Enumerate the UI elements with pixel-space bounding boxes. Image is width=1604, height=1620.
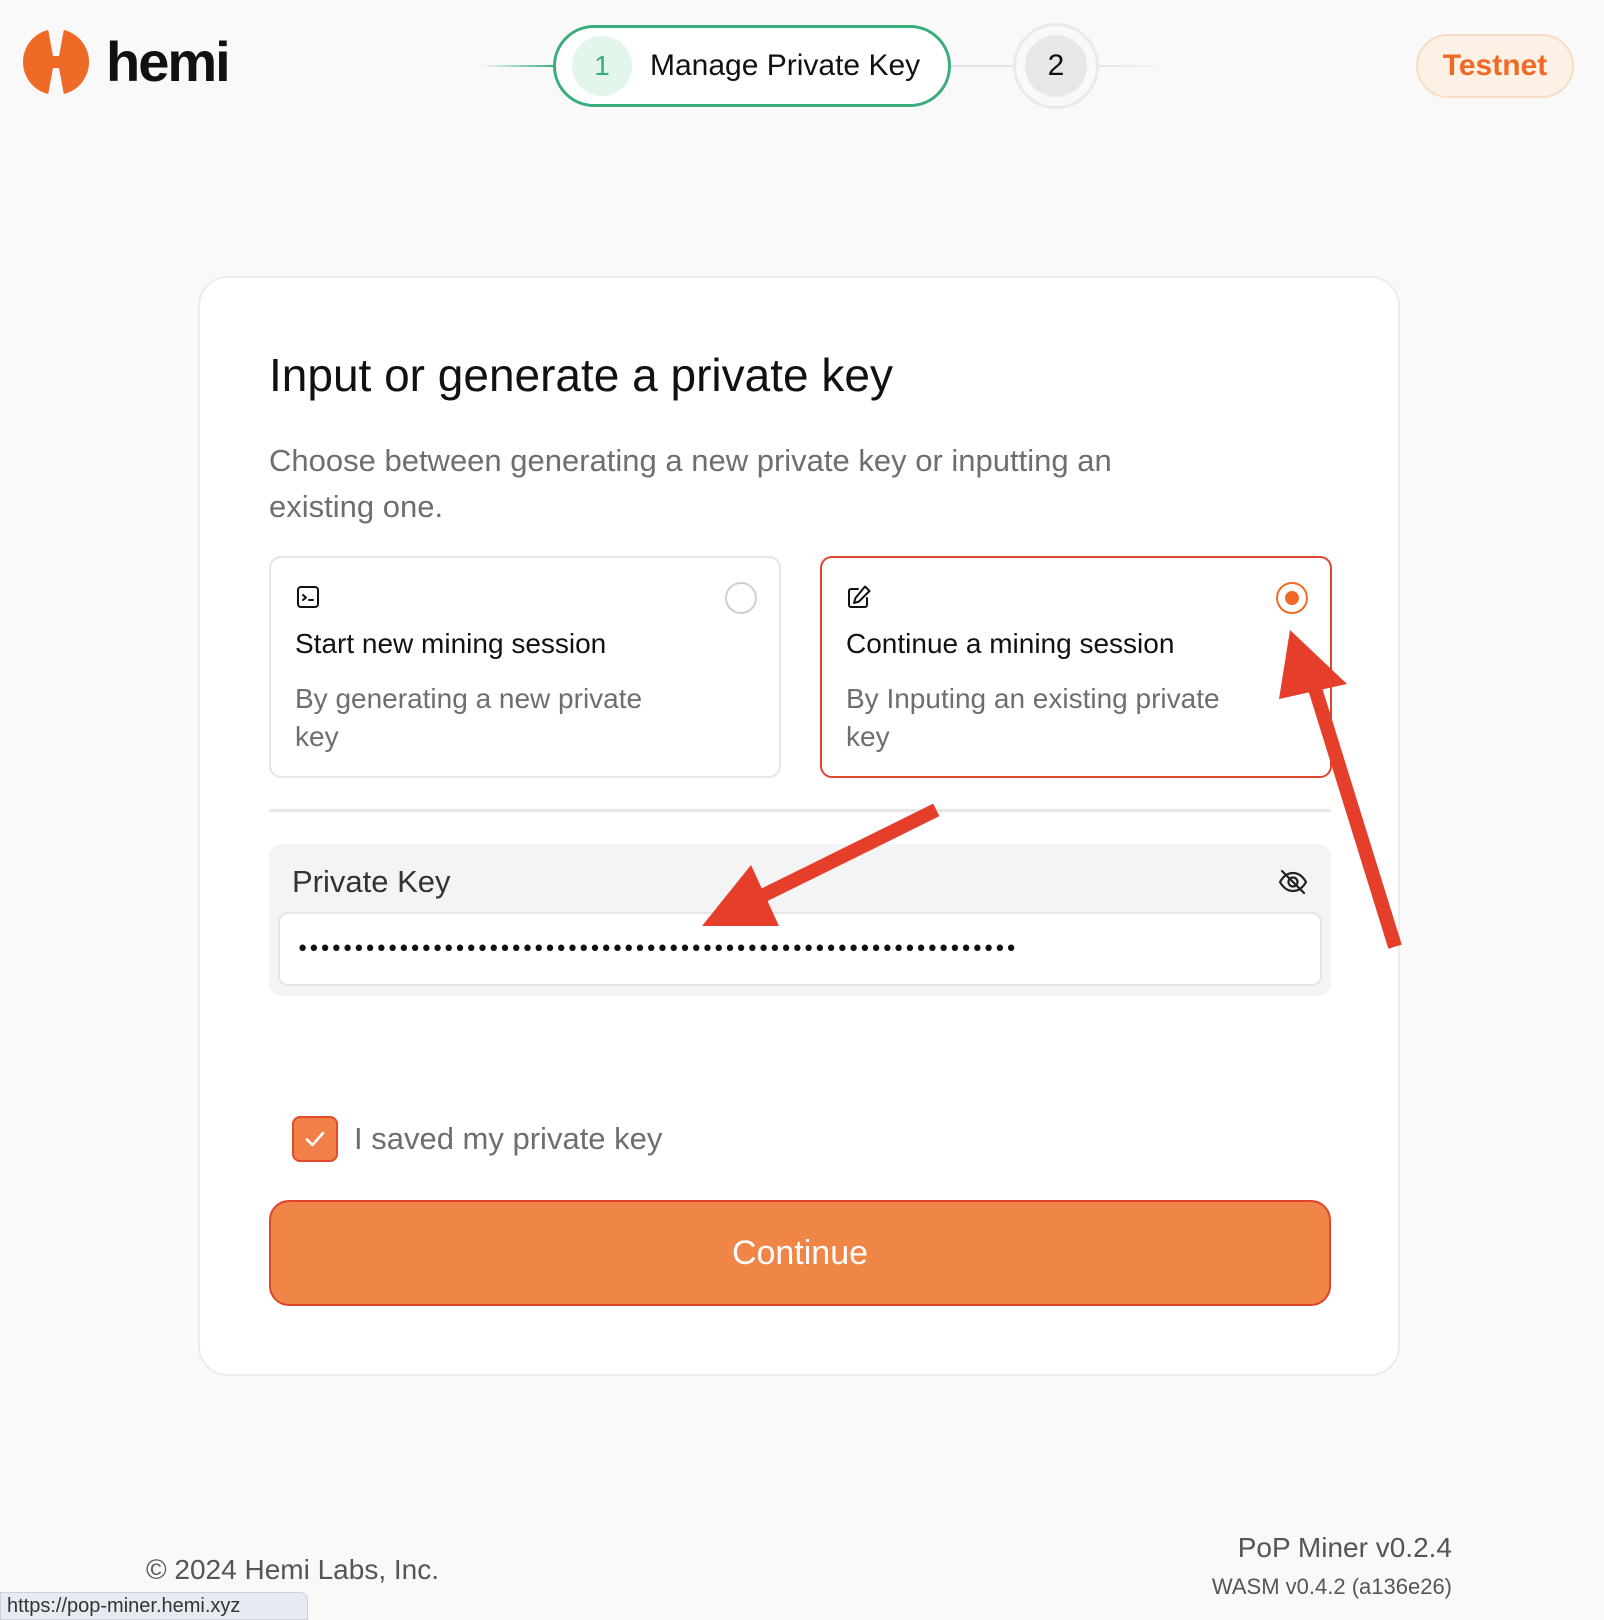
radio-button[interactable]: [725, 582, 757, 614]
terminal-icon: [297, 586, 319, 608]
stepper-line: [950, 65, 1015, 67]
copyright: © 2024 Hemi Labs, Inc.: [146, 1554, 440, 1585]
version-info: PoP Miner v0.2.4 WASM v0.4.2 (a136e26): [1212, 1532, 1452, 1600]
hemi-logo-icon: [23, 29, 89, 95]
option-description: By Inputing an existing private key: [846, 683, 1220, 752]
private-key-label: Private Key: [292, 864, 451, 899]
option-title: Continue a mining session: [846, 628, 1175, 659]
status-bar-url: https://pop-miner.hemi.xyz: [0, 1592, 308, 1620]
divider: [269, 809, 1331, 812]
edit-icon: [848, 585, 871, 608]
network-badge[interactable]: Testnet: [1416, 34, 1574, 98]
page: hemi 1 Manage Private Key 2 Testnet Inpu…: [0, 0, 1604, 1620]
step-number: 2: [1025, 35, 1087, 97]
option-start-new-session[interactable]: Start new mining session By generating a…: [269, 556, 781, 778]
private-key-card: Input or generate a private key Choose b…: [198, 276, 1400, 1376]
private-key-field: Private Key: [269, 844, 1331, 996]
step-2[interactable]: 2: [1013, 23, 1099, 109]
hemi-logo[interactable]: hemi: [22, 28, 231, 96]
saved-key-label: I saved my private key: [354, 1121, 663, 1156]
app-version: PoP Miner v0.2.4: [1237, 1532, 1452, 1563]
check-icon: [305, 1131, 325, 1147]
step-number: 1: [572, 36, 632, 96]
stepper-line: [480, 65, 555, 67]
eye-off-icon[interactable]: [1277, 866, 1309, 898]
saved-key-checkbox[interactable]: [292, 1116, 338, 1162]
saved-key-checkbox-row[interactable]: I saved my private key: [292, 1116, 662, 1162]
private-key-input[interactable]: [278, 912, 1322, 986]
option-title: Start new mining session: [295, 628, 607, 659]
step-manage-private-key[interactable]: 1 Manage Private Key: [553, 25, 951, 107]
stepper-line: [1095, 65, 1170, 67]
continue-button[interactable]: Continue: [269, 1200, 1331, 1306]
step-label: Manage Private Key: [650, 49, 921, 82]
card-title: Input or generate a private key: [269, 349, 893, 401]
brand-name: hemi: [106, 30, 231, 93]
wasm-version: WASM v0.4.2 (a136e26): [1211, 1574, 1452, 1599]
option-continue-session[interactable]: Continue a mining session By Inputing an…: [820, 556, 1332, 778]
card-subtitle: Choose between generating a new private …: [269, 443, 1112, 524]
option-description: By generating a new private key: [295, 683, 643, 752]
radio-button-selected[interactable]: [1276, 582, 1308, 614]
